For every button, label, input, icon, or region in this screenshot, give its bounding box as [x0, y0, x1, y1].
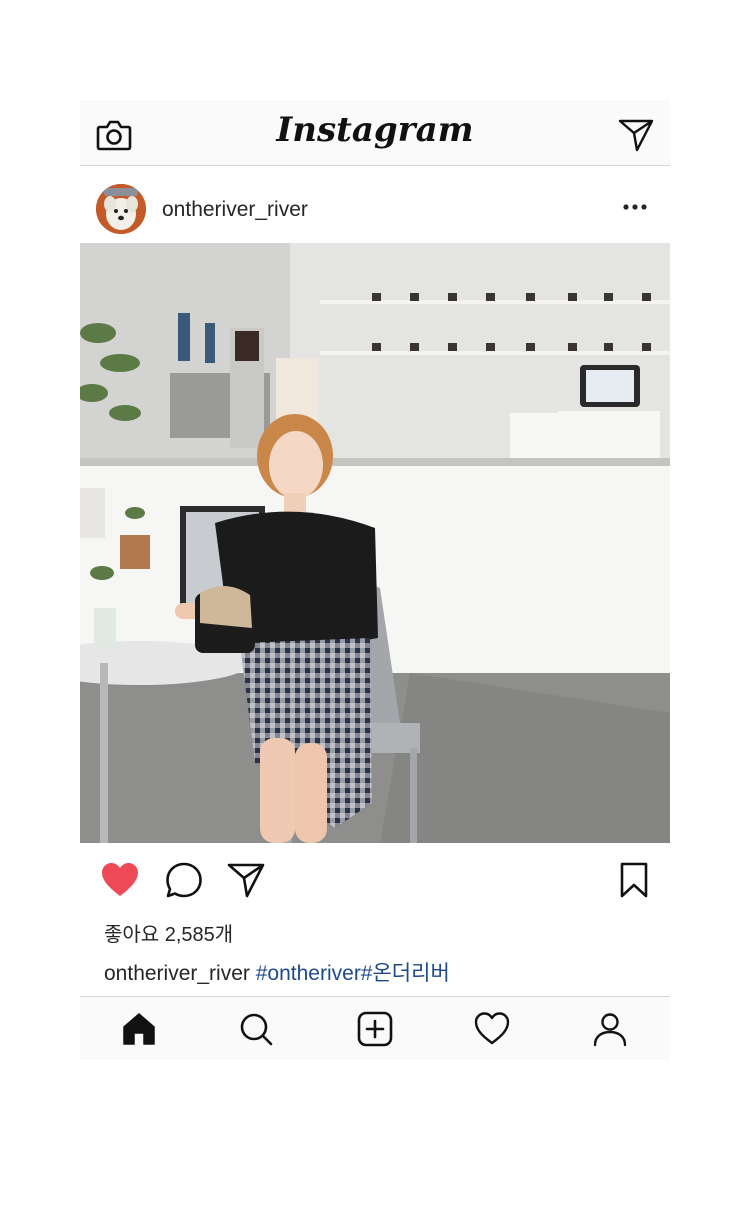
- post-photo[interactable]: [80, 243, 670, 843]
- dog-avatar-image: [96, 184, 146, 234]
- instagram-post-frame: Instagram ontheriver_river 좋아요 2,585개 on…: [80, 100, 670, 1060]
- top-bar: Instagram: [80, 100, 670, 166]
- profile-icon[interactable]: [592, 1011, 628, 1047]
- more-horizontal-icon[interactable]: [622, 197, 648, 217]
- post-caption: ontheriver_river #ontheriver#온더리버: [104, 957, 450, 987]
- caption-hashtags[interactable]: #ontheriver#온더리버: [256, 962, 450, 985]
- search-icon[interactable]: [238, 1011, 274, 1047]
- add-post-icon[interactable]: [357, 1011, 393, 1047]
- cafe-photo-illustration: [80, 243, 670, 843]
- caption-username[interactable]: ontheriver_river: [104, 962, 250, 985]
- post-username[interactable]: ontheriver_river: [162, 198, 308, 222]
- like-count[interactable]: 좋아요 2,585개: [104, 918, 233, 947]
- comment-icon[interactable]: [164, 861, 204, 899]
- avatar[interactable]: [96, 184, 146, 234]
- share-icon[interactable]: [226, 861, 266, 899]
- direct-message-icon[interactable]: [618, 118, 654, 152]
- heart-filled-icon[interactable]: [100, 861, 140, 899]
- post-actions: [80, 843, 670, 915]
- post-header: ontheriver_river: [80, 167, 670, 243]
- bottom-navigation: [80, 996, 670, 1060]
- home-icon[interactable]: [121, 1011, 157, 1047]
- activity-heart-icon[interactable]: [474, 1011, 510, 1047]
- instagram-logo: Instagram: [276, 110, 474, 150]
- bookmark-icon[interactable]: [614, 861, 654, 899]
